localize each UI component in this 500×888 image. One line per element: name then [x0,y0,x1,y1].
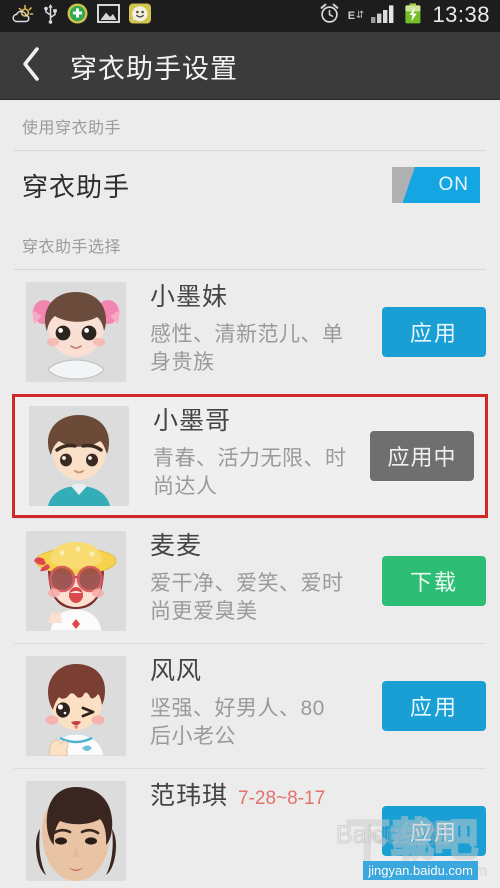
data-arrows-icon: ⇵ [356,10,364,21]
list-item-selected[interactable]: 小墨哥 青春、活力无限、时尚达人 应用中 [12,394,488,518]
clock-label: 13:38 [432,2,490,27]
battery-charging-icon [404,3,422,29]
assistant-info: 小墨哥 青春、活力无限、时尚达人 [153,406,364,502]
assistant-desc: 青春、活力无限、时尚达人 [153,446,347,499]
assistant-name-text: 范玮琪 [150,782,229,810]
baidu-url-watermark: jingyan.baidu.com [363,861,478,880]
green-badge-icon [67,3,88,29]
celebrity-photo-avatar [26,781,126,881]
assistant-list: 小墨妹 感性、清新范儿、单身贵族 应用 小墨哥 青春、活力无限、时尚达人 应用中… [0,270,500,888]
assistant-desc: 感性、清新范儿、单身贵族 [150,322,344,375]
back-button[interactable] [0,32,62,100]
girl-sunhat-sunglasses-avatar [26,531,126,631]
boy-brown-hair-avatar [29,406,129,506]
list-item[interactable]: 小墨妹 感性、清新范儿、单身贵族 应用 [0,270,500,394]
page-title: 穿衣助手设置 [70,53,238,84]
girl-twin-buns-avatar [26,282,126,382]
assistant-name: 小墨哥 [153,407,232,435]
list-item[interactable]: 麦麦 爱干净、爱笑、爱时尚更爱臭美 下载 [0,519,500,643]
master-switch-toggle[interactable]: ON [392,167,480,203]
signal-icon [371,4,396,28]
assistant-name: 小墨妹 [150,283,229,311]
list-item[interactable]: 风风 坚强、好男人、80后小老公 应用 [0,644,500,768]
edge-network-icon: E ⇵ [347,9,365,22]
gallery-icon [97,3,120,29]
smiley-icon [129,3,151,29]
assistant-name: 范玮琪 7-28~8-17 [150,782,376,811]
phone-screen: E ⇵ 13:38 穿衣助手设置 使用穿衣助手 穿衣助手 ON 穿衣助手选择 小… [0,0,500,888]
apply-button[interactable]: 应用 [382,681,486,731]
assistant-info: 麦麦 爱干净、爱笑、爱时尚更爱臭美 [150,531,376,627]
assistant-desc: 爱干净、爱笑、爱时尚更爱臭美 [150,571,344,624]
master-switch-row[interactable]: 穿衣助手 ON [0,151,500,219]
section-label-use-assistant: 使用穿衣助手 [22,120,122,137]
section-label-assistant-choice: 穿衣助手选择 [22,239,122,256]
usb-icon [43,3,58,29]
alarm-icon [319,3,340,29]
assistant-date-range: 7-28~8-17 [238,788,326,809]
assistant-info: 风风 坚强、好男人、80后小老公 [150,656,376,752]
toggle-state-label: ON [438,174,469,195]
assistant-name: 风风 [150,657,203,685]
assistant-desc: 坚强、好男人、80后小老公 [150,696,325,749]
status-bar-left-icons [12,3,151,29]
network-type-label: E [347,9,356,22]
status-bar: E ⇵ 13:38 [0,0,500,32]
title-bar: 穿衣助手设置 [0,32,500,100]
back-chevron-icon [20,46,42,87]
assistant-info: 小墨妹 感性、清新范儿、单身贵族 [150,282,376,378]
download-button[interactable]: 下载 [382,556,486,606]
boy-winking-thumbsup-avatar [26,656,126,756]
master-switch-label: 穿衣助手 [22,171,131,202]
weather-icon [12,4,34,29]
assistant-info: 范玮琪 7-28~8-17 [150,781,376,811]
status-bar-right-icons: E ⇵ 13:38 [319,3,490,29]
apply-button[interactable]: 应用 [382,307,486,357]
apply-button[interactable]: 应用 [382,806,486,856]
applied-button[interactable]: 应用中 [370,431,474,481]
assistant-name: 麦麦 [150,532,203,560]
